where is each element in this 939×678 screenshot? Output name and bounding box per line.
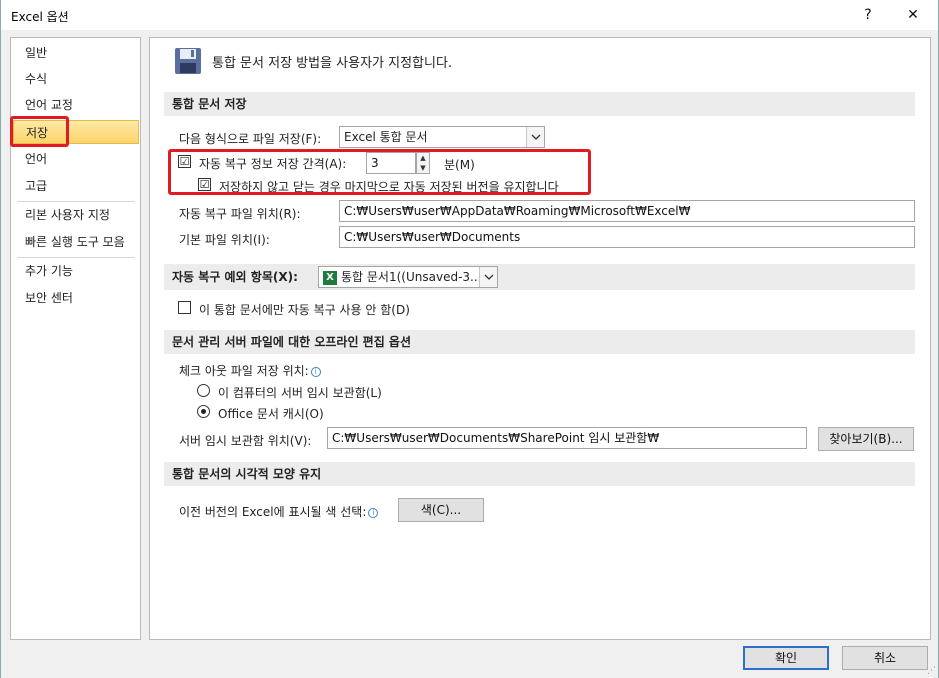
info-icon: i bbox=[310, 366, 321, 377]
sidebar-item-language[interactable]: 언어 bbox=[13, 147, 139, 171]
close-button[interactable]: ✕ bbox=[890, 0, 936, 30]
keep-last-autosave-checkbox[interactable]: ☑ bbox=[198, 178, 211, 191]
excel-options-dialog: Excel 옵션 ? ✕ 일반 수식 언어 교정 저장 언어 고급 리본 사용자… bbox=[0, 0, 939, 678]
minutes-spinner[interactable]: ▲ ▼ bbox=[416, 152, 430, 174]
sidebar-item-advanced[interactable]: 고급 bbox=[13, 174, 139, 198]
keep-last-autosave-label: 저장하지 않고 닫는 경우 마지막으로 자동 저장된 버전을 유지합니다 bbox=[219, 180, 559, 194]
spin-down-icon[interactable]: ▼ bbox=[417, 163, 429, 173]
chevron-down-icon[interactable] bbox=[479, 267, 497, 287]
color-label: 이전 버전의 Excel에 표시될 색 선택: i bbox=[179, 503, 379, 520]
excel-workbook-icon: X bbox=[323, 270, 337, 285]
sidebar-item-quick-access-toolbar[interactable]: 빠른 실행 도구 모음 bbox=[13, 230, 139, 254]
exceptions-workbook-value: 통합 문서1((Unsaved-3... bbox=[341, 270, 482, 284]
sidebar-item-formulas[interactable]: 수식 bbox=[13, 67, 139, 91]
sidebar-item-trust-center[interactable]: 보안 센터 bbox=[13, 286, 139, 310]
autorecover-interval-label: 자동 복구 정보 저장 간격(A): bbox=[199, 157, 347, 171]
sidebar-item-save[interactable]: 저장 bbox=[13, 120, 139, 144]
save-format-label: 다음 형식으로 파일 저장(F): bbox=[179, 132, 322, 146]
title-bar: Excel 옵션 ? ✕ bbox=[1, 0, 938, 30]
help-button[interactable]: ? bbox=[845, 0, 891, 30]
disable-autorecover-label: 이 통합 문서에만 자동 복구 사용 안 함(D) bbox=[199, 303, 410, 317]
server-drafts-location-input[interactable]: C:₩Users₩user₩Documents₩SharePoint 임시 보관… bbox=[327, 427, 807, 449]
default-location-label: 기본 파일 위치(I): bbox=[179, 233, 270, 247]
resize-grip-icon[interactable]: ⋰ bbox=[927, 666, 936, 676]
radio-server-drafts[interactable] bbox=[197, 384, 210, 397]
radio-office-cache-label: Office 문서 캐시(O) bbox=[218, 407, 324, 421]
page-title: 통합 문서 저장 방법을 사용자가 지정합니다. bbox=[212, 55, 453, 71]
colors-button[interactable]: 색(C)... bbox=[398, 498, 484, 522]
checkout-location-label: 체크 아웃 파일 저장 위치: i bbox=[179, 362, 321, 379]
sidebar-item-customize-ribbon[interactable]: 리본 사용자 지정 bbox=[13, 203, 139, 227]
browse-button[interactable]: 찾아보기(B)... bbox=[818, 427, 914, 451]
section-header-offline-editing: 문서 관리 서버 파일에 대한 오프라인 편집 옵션 bbox=[164, 330, 915, 354]
autorecover-exceptions-label: 자동 복구 예외 항목(X): bbox=[172, 270, 298, 284]
minutes-unit-label: 분(M) bbox=[444, 158, 475, 172]
exceptions-workbook-dropdown[interactable]: X 통합 문서1((Unsaved-3... bbox=[318, 266, 498, 288]
save-format-value: Excel 통합 문서 bbox=[344, 130, 428, 144]
options-sidebar: 일반 수식 언어 교정 저장 언어 고급 리본 사용자 지정 빠른 실행 도구 … bbox=[10, 37, 141, 640]
save-options-panel: 통합 문서 저장 방법을 사용자가 지정합니다. 통합 문서 저장 다음 형식으… bbox=[149, 37, 931, 640]
radio-server-drafts-label: 이 컴퓨터의 서버 임시 보관함(L) bbox=[218, 386, 382, 400]
chevron-down-icon[interactable] bbox=[526, 127, 544, 147]
sidebar-divider bbox=[17, 257, 135, 258]
dialog-footer: 확인 취소 ⋰ bbox=[1, 640, 938, 678]
sidebar-divider bbox=[17, 201, 135, 202]
section-header-autorecover-exceptions: 자동 복구 예외 항목(X): bbox=[164, 264, 915, 290]
page-header: 통합 문서 저장 방법을 사용자가 지정합니다. bbox=[174, 46, 452, 76]
save-format-dropdown[interactable]: Excel 통합 문서 bbox=[339, 126, 545, 148]
spin-up-icon[interactable]: ▲ bbox=[417, 153, 429, 163]
ok-button[interactable]: 확인 bbox=[743, 646, 829, 670]
default-location-input[interactable]: C:₩Users₩user₩Documents bbox=[339, 226, 915, 248]
window-title: Excel 옵션 bbox=[11, 10, 69, 24]
floppy-disk-icon bbox=[175, 48, 201, 74]
autorecover-checkbox[interactable]: ☑ bbox=[178, 155, 191, 168]
autorecover-location-label: 자동 복구 파일 위치(R): bbox=[179, 207, 301, 221]
server-drafts-location-label: 서버 임시 보관함 위치(V): bbox=[179, 434, 312, 448]
section-header-visual-appearance: 통합 문서의 시각적 모양 유지 bbox=[164, 462, 915, 486]
sidebar-item-general[interactable]: 일반 bbox=[13, 41, 139, 65]
sidebar-item-proofing[interactable]: 언어 교정 bbox=[13, 93, 139, 117]
autorecover-location-input[interactable]: C:₩Users₩user₩AppData₩Roaming₩Microsoft₩… bbox=[339, 200, 915, 222]
info-icon: i bbox=[368, 507, 379, 518]
section-header-save-workbooks: 통합 문서 저장 bbox=[164, 92, 915, 116]
sidebar-item-add-ins[interactable]: 추가 기능 bbox=[13, 259, 139, 283]
cancel-button[interactable]: 취소 bbox=[842, 646, 928, 670]
disable-autorecover-checkbox[interactable] bbox=[178, 301, 191, 314]
radio-office-cache[interactable] bbox=[197, 405, 210, 418]
autorecover-minutes-input[interactable]: 3 bbox=[366, 152, 416, 174]
